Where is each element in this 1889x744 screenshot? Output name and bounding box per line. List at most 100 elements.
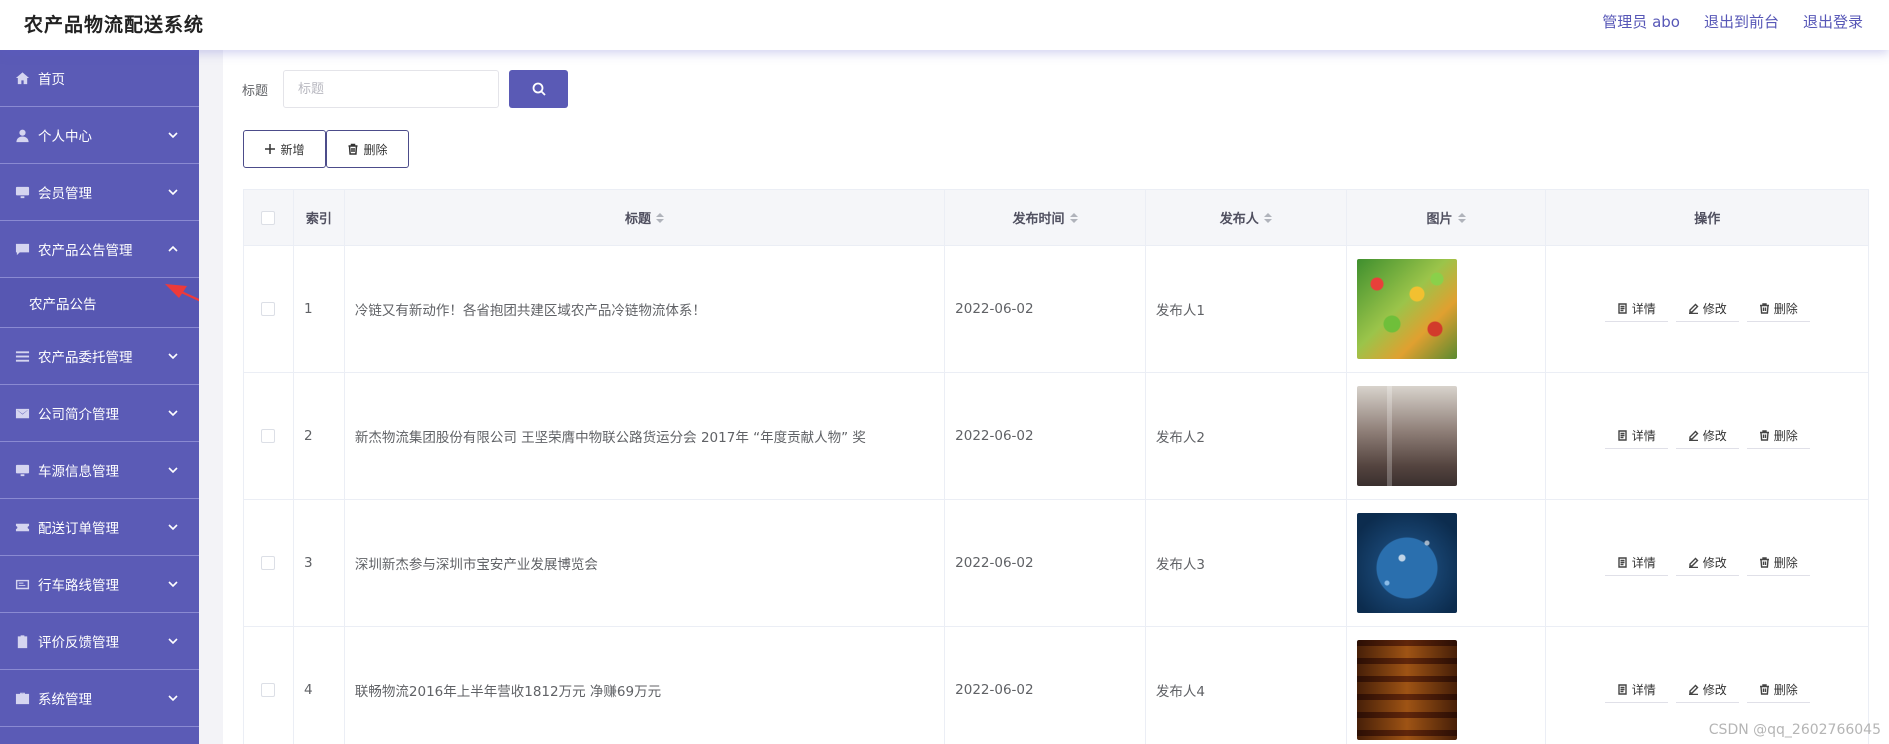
sidebar-item-vehicles[interactable]: 车源信息管理 [0, 442, 199, 499]
delete-label: 删除 [1773, 429, 1798, 443]
globe-thumbnail[interactable] [1356, 513, 1457, 613]
column-header-label: 标题 [625, 212, 652, 227]
table-header: 索引 标题 发布时间 发布人 图片 操作 [244, 190, 1868, 246]
row-index: 1 [294, 246, 345, 372]
delete-button-label: 删除 [363, 142, 388, 157]
row-select-cell [244, 246, 294, 372]
chevron-down-icon [167, 578, 179, 590]
back-to-front-link[interactable]: 退出到前台 [1704, 11, 1779, 32]
row-delete-button[interactable]: 删除 [1746, 423, 1810, 449]
edit-button[interactable]: 修改 [1675, 677, 1739, 703]
row-actions: 详情 修改 删除 [1546, 373, 1868, 499]
detail-button[interactable]: 详情 [1604, 423, 1668, 449]
sort-icon [1069, 212, 1078, 223]
row-checkbox[interactable] [261, 556, 276, 570]
sidebar-item-orders[interactable]: 配送订单管理 [0, 499, 199, 556]
column-header-image[interactable]: 图片 [1347, 190, 1547, 245]
sidebar-item-personal-center[interactable]: 个人中心 [0, 107, 199, 164]
sidebar-item-label: 农产品委托管理 [38, 350, 133, 366]
trash-icon [1759, 303, 1769, 314]
search-label: 标题 [242, 84, 269, 99]
sort-icon [1263, 212, 1272, 223]
ticket-icon [14, 519, 30, 535]
row-checkbox[interactable] [261, 429, 276, 443]
header-actions: 管理员 abo 退出到前台 退出登录 [1602, 11, 1863, 32]
document-icon [1618, 303, 1627, 314]
delete-label: 删除 [1773, 302, 1798, 316]
row-delete-button[interactable]: 删除 [1746, 550, 1810, 576]
sidebar: 首页 个人中心 会员管理 农产品公告管理 农产品公告 农产品委托管理 公司简介管… [0, 50, 199, 744]
row-image-cell [1347, 246, 1547, 372]
warehouse-thumbnail[interactable] [1356, 386, 1457, 486]
delete-button[interactable]: 删除 [326, 130, 409, 168]
sidebar-item-members[interactable]: 会员管理 [0, 164, 199, 221]
home-icon [14, 70, 30, 86]
row-title: 新杰物流集团股份有限公司 王坚荣膺中物联公路货运分会 2017年 “年度贡献人物… [345, 373, 946, 499]
chevron-down-icon [167, 407, 179, 419]
table-row: 1 冷链又有新动作！各省抱团共建区域农产品冷链物流体系！ 2022-06-02 … [244, 246, 1868, 373]
column-header-actions: 操作 [1694, 212, 1721, 227]
detail-button[interactable]: 详情 [1604, 550, 1668, 576]
edit-icon [1688, 684, 1699, 695]
row-image-cell [1347, 373, 1547, 499]
sidebar-item-feedback[interactable]: 评价反馈管理 [0, 613, 199, 670]
row-time: 2022-06-02 [945, 373, 1146, 499]
sidebar-item-notices[interactable]: 农产品公告管理 [0, 221, 199, 278]
column-header-title[interactable]: 标题 [345, 190, 946, 245]
plus-icon [265, 144, 276, 154]
column-header-publisher[interactable]: 发布人 [1146, 190, 1347, 245]
sidebar-item-label: 会员管理 [38, 186, 92, 202]
row-title: 深圳新杰参与深圳市宝安产业发展博览会 [345, 500, 946, 626]
document-icon [1618, 557, 1627, 568]
message-icon [14, 241, 30, 257]
select-all-checkbox[interactable] [261, 210, 276, 225]
sidebar-item-system[interactable]: 系统管理 [0, 670, 199, 727]
briefcase-icon [14, 690, 30, 706]
notice-table: 索引 标题 发布时间 发布人 图片 操作 1 冷链又有新动作！各省抱团共建区域农… [243, 189, 1869, 744]
row-checkbox[interactable] [261, 302, 276, 316]
sidebar-item-label: 配送订单管理 [38, 521, 119, 537]
edit-button[interactable]: 修改 [1675, 296, 1739, 322]
content-panel: 标题 新增 删除 索引 标题 发布时间 发布人 图片 操作 [223, 50, 1889, 744]
search-input[interactable] [283, 70, 499, 108]
admin-name[interactable]: 管理员 abo [1602, 11, 1680, 32]
row-index: 3 [294, 500, 345, 626]
add-button[interactable]: 新增 [243, 130, 326, 168]
detail-label: 详情 [1631, 302, 1656, 316]
row-publisher: 发布人4 [1146, 627, 1347, 744]
column-header-index: 索引 [294, 190, 345, 245]
sidebar-item-label: 农产品公告管理 [38, 243, 133, 259]
list-icon [14, 348, 30, 364]
detail-label: 详情 [1631, 556, 1656, 570]
detail-button[interactable]: 详情 [1604, 677, 1668, 703]
sidebar-item-routes[interactable]: 行车路线管理 [0, 556, 199, 613]
sidebar-item-company[interactable]: 公司简介管理 [0, 385, 199, 442]
row-select-cell [244, 373, 294, 499]
monitor-icon [14, 184, 30, 200]
delete-label: 删除 [1773, 556, 1798, 570]
app-title: 农产品物流配送系统 [24, 14, 205, 36]
chevron-down-icon [167, 129, 179, 141]
logout-link[interactable]: 退出登录 [1803, 11, 1863, 32]
row-delete-button[interactable]: 删除 [1746, 296, 1810, 322]
detail-button[interactable]: 详情 [1604, 296, 1668, 322]
clipboard-icon [14, 633, 30, 649]
sidebar-item-label: 公司简介管理 [38, 407, 119, 423]
select-all-cell [244, 190, 294, 245]
search-button[interactable] [509, 70, 568, 108]
edit-button[interactable]: 修改 [1675, 423, 1739, 449]
row-delete-button[interactable]: 删除 [1746, 677, 1810, 703]
edit-icon [1688, 557, 1699, 568]
sidebar-item-home[interactable]: 首页 [0, 50, 199, 107]
vegetables-thumbnail[interactable] [1356, 259, 1457, 359]
chevron-down-icon [167, 350, 179, 362]
shelves-thumbnail[interactable] [1356, 640, 1457, 740]
edit-button[interactable]: 修改 [1675, 550, 1739, 576]
row-checkbox[interactable] [261, 683, 276, 697]
column-header-time[interactable]: 发布时间 [945, 190, 1146, 245]
detail-label: 详情 [1631, 683, 1656, 697]
user-icon [14, 127, 30, 143]
row-publisher: 发布人1 [1146, 246, 1347, 372]
edit-label: 修改 [1702, 429, 1727, 443]
sort-icon [1457, 212, 1466, 223]
